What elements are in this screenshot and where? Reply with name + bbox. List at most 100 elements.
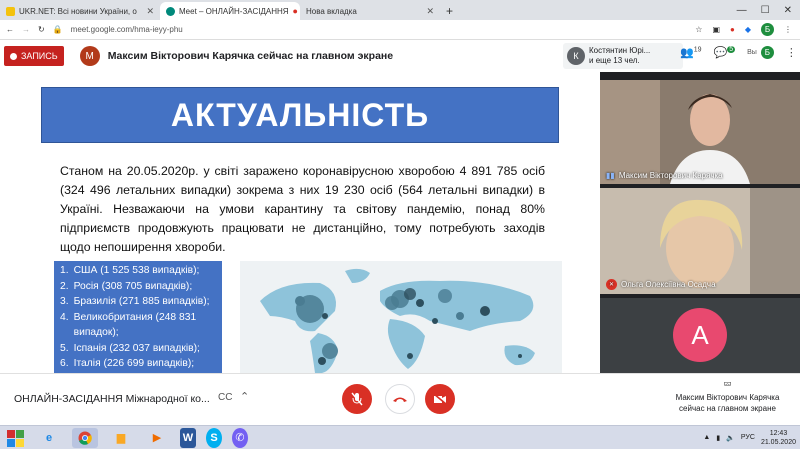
participant-tile-3[interactable]: А [600, 298, 800, 373]
volume-icon[interactable]: 🔈 [726, 434, 735, 442]
media-player-icon[interactable]: ▶ [144, 428, 170, 448]
participant-avatar: К [567, 47, 585, 65]
participant-avatar: А [673, 308, 727, 362]
mic-off-icon [351, 392, 363, 406]
clock-time: 12:43 [769, 429, 788, 437]
minimize-icon[interactable]: — [737, 5, 747, 16]
participant-tile-1[interactable]: ▮▮ Максим Вікторович Карячка [600, 80, 800, 184]
more-options-icon[interactable]: ⋮ [786, 46, 797, 59]
list-item: 5. Іспанія (232 037 випадків); [60, 342, 200, 354]
participant-tile-2[interactable]: ✕ Ольга Олексіївна Осадча [600, 188, 800, 294]
slide-title-banner: АКТУАЛЬНІСТЬ [41, 87, 559, 143]
self-avatar: Б [760, 46, 774, 59]
people-icon[interactable]: 👥19 [680, 46, 702, 59]
chevron-up-icon[interactable]: ⌃ [240, 390, 249, 403]
viber-icon[interactable]: ✆ [232, 427, 248, 448]
language-indicator[interactable]: РУС [741, 434, 755, 441]
clock-date: 21.05.2020 [760, 438, 796, 446]
list-item: 2. Росія (308 705 випадків); [60, 280, 193, 292]
hang-up-icon [393, 397, 407, 402]
world-map-svg [260, 268, 535, 373]
system-tray: ▲ ▮ 🔈 РУС 12:43 21.05.2020 [703, 429, 800, 447]
meet-favicon-icon [166, 6, 175, 16]
extension-icon[interactable]: ◆ [745, 25, 751, 34]
menu-icon[interactable]: ⋮ [784, 25, 792, 34]
participant-tiles: ▮▮ Максим Вікторович Карячка ✕ Ольга Оле… [600, 72, 800, 373]
profile-avatar[interactable]: Б [761, 23, 774, 36]
meet-top-bar: ЗАПИСЬ М Максим Вікторович Карячка сейча… [0, 40, 800, 72]
new-tab-button[interactable]: + [440, 2, 459, 20]
chat-icon[interactable]: 💬 5 [714, 46, 736, 59]
present-screen-icon: ⮹ [723, 379, 732, 391]
address-bar: ← → ↻ 🔒 meet.google.com/hma-ieyy-phu ☆ ▣… [0, 20, 800, 40]
record-icon [10, 52, 17, 60]
extension-icon[interactable]: ▣ [712, 25, 720, 34]
tab-new[interactable]: Нова вкладка ✕ [300, 2, 440, 20]
you-label: Вы [747, 49, 757, 56]
close-icon[interactable]: ✕ [146, 6, 154, 17]
reload-icon[interactable]: ↻ [38, 25, 45, 34]
close-icon[interactable]: ✕ [426, 6, 434, 17]
list-item: 6. Італія (226 699 випадків); [60, 358, 195, 369]
skype-icon[interactable]: S [206, 427, 222, 448]
list-item: 1. США (1 525 538 випадків); [60, 265, 200, 276]
present-line-1: Максим Вікторович Карячка [675, 393, 780, 402]
country-list-box: 1. США (1 525 538 випадків); 2. Росія (308… [54, 261, 222, 373]
meet-control-bar: ОНЛАЙН-ЗАСІДАННЯ Міжнародної ко... CC ⌃ … [0, 373, 800, 425]
slide-paragraph: Станом на 20.05.2020р. у світі заражено … [60, 164, 545, 254]
start-button-icon[interactable] [4, 428, 26, 448]
camera-off-icon [433, 393, 447, 405]
network-icon[interactable]: ▮ [716, 434, 720, 442]
url-field[interactable]: meet.google.com/hma-ieyy-phu [71, 25, 183, 34]
list-item: 3. Бразилія (271 885 випадків); [60, 296, 210, 307]
tab-ukrnet[interactable]: UKR.NET: Всі новини України, о ✕ [0, 2, 160, 20]
recording-badge[interactable]: ЗАПИСЬ [4, 46, 64, 66]
tab-meet[interactable]: Meet – ОНЛАЙН-ЗАСІДАННЯ ● ✕ [160, 2, 300, 20]
maximize-icon[interactable]: ☐ [761, 5, 770, 16]
participants-preview[interactable]: К Костянтин Юрі... и еще 13 чел. [563, 43, 683, 69]
hang-up-button[interactable] [385, 384, 415, 414]
word-icon[interactable]: W [180, 427, 196, 448]
present-now-button[interactable]: ⮹ Максим Вікторович Карячка сейчас на гл… [655, 380, 800, 414]
mic-toggle-button[interactable] [342, 384, 372, 414]
ukrnet-favicon-icon [6, 6, 15, 16]
presenter-avatar: М [79, 46, 100, 66]
browser-tab-bar: UKR.NET: Всі новини України, о ✕ Meet – … [0, 0, 800, 20]
presentation-slide: АКТУАЛЬНІСТЬ Станом на 20.05.2020р. у св… [0, 72, 600, 373]
window-controls: — ☐ ✕ [737, 0, 800, 20]
star-icon[interactable]: ☆ [695, 25, 702, 34]
participant-label: ✕ Ольга Олексіївна Осадча [606, 279, 716, 290]
participant-label: ▮▮ Максим Вікторович Карячка [606, 171, 723, 180]
present-line-2: сейчас на главном экране [679, 404, 776, 413]
meeting-title[interactable]: ОНЛАЙН-ЗАСІДАННЯ Міжнародної ко... [14, 393, 210, 405]
participant-name: Костянтин Юрі... [589, 46, 651, 55]
chat-count: 5 [727, 46, 736, 54]
tray-arrow-icon[interactable]: ▲ [703, 434, 710, 441]
audio-level-icon: ▮▮ [606, 171, 615, 180]
self-view[interactable]: Вы Б [747, 46, 774, 59]
world-map-image [240, 261, 562, 373]
folder-icon[interactable]: ▆ [108, 428, 134, 448]
camera-toggle-button[interactable] [425, 384, 455, 414]
record-label: ЗАПИСЬ [21, 51, 58, 61]
tab-label: UKR.NET: Всі новини України, о [19, 6, 137, 16]
extension-icon[interactable]: ● [730, 25, 735, 34]
meet-area: ЗАПИСЬ М Максим Вікторович Карячка сейча… [0, 40, 800, 373]
presenter-text: Максим Вікторович Карячка сейчас на глав… [107, 50, 394, 62]
participant-more: и еще 13 чел. [589, 56, 640, 65]
windows-taskbar: e ▆ ▶ W S ✆ ▲ ▮ 🔈 РУС 12:43 21.05.2020 [0, 425, 800, 449]
captions-icon[interactable]: CC [218, 392, 232, 403]
people-count: 19 [693, 46, 702, 54]
ie-icon[interactable]: e [36, 428, 62, 448]
back-icon[interactable]: ← [6, 25, 14, 34]
chrome-icon[interactable] [72, 427, 98, 448]
forward-icon[interactable]: → [22, 25, 30, 34]
lock-icon: 🔒 [52, 25, 63, 34]
participant-video [600, 80, 800, 184]
tab-label: Meet – ОНЛАЙН-ЗАСІДАННЯ [179, 6, 289, 16]
close-window-icon[interactable]: ✕ [784, 5, 792, 16]
slide-title: АКТУАЛЬНІСТЬ [170, 96, 430, 133]
clock[interactable]: 12:43 21.05.2020 [761, 429, 796, 447]
list-item: 4. Великобритания (248 831 випадок); [60, 311, 197, 339]
record-dot-icon: ● [292, 6, 298, 16]
